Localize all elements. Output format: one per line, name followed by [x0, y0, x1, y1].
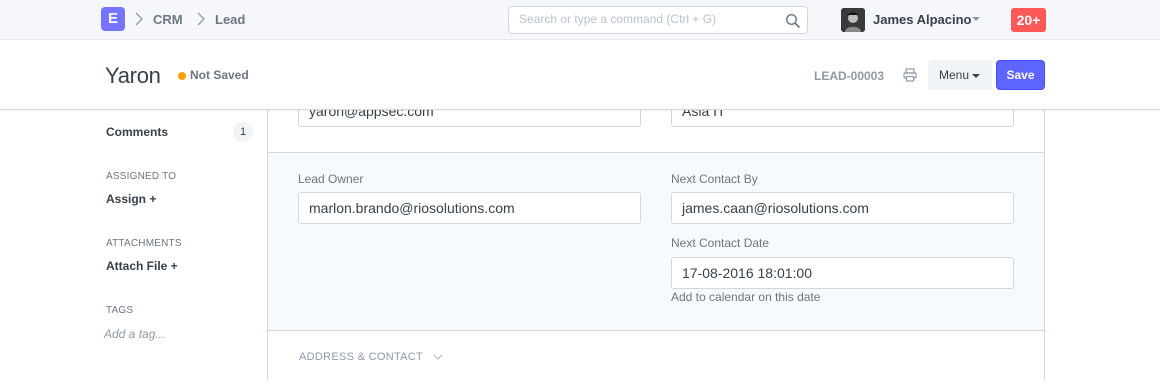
- search-input[interactable]: [519, 12, 779, 26]
- breadcrumb-crm[interactable]: CRM: [153, 12, 183, 27]
- chevron-right-icon: [135, 12, 143, 26]
- user-menu[interactable]: James Alpacino: [873, 12, 972, 27]
- awesome-bar[interactable]: [508, 6, 808, 34]
- avatar[interactable]: [841, 8, 865, 32]
- print-icon[interactable]: [903, 68, 917, 82]
- next-contact-by-field[interactable]: james.caan@riosolutions.com: [671, 192, 1014, 224]
- comments-link[interactable]: Comments: [106, 125, 168, 139]
- status-indicator-dot: [178, 72, 186, 80]
- save-button[interactable]: Save: [996, 60, 1045, 90]
- page-head: Yaron Not Saved LEAD-00003 Menu Save: [0, 41, 1160, 110]
- form-body: yaron@appsec.com Asia IT Lead Owner marl…: [267, 95, 1045, 391]
- next-contact-date-label: Next Contact Date: [671, 236, 770, 250]
- app-logo[interactable]: E: [101, 7, 125, 31]
- lead-owner-label: Lead Owner: [298, 172, 364, 186]
- add-tag-input[interactable]: Add a tag...: [104, 327, 165, 341]
- status-badge: Not Saved: [190, 68, 249, 82]
- attachments-heading: ATTACHMENTS: [106, 238, 182, 249]
- next-contact-by-label: Next Contact By: [671, 172, 758, 186]
- navbar: E CRM Lead James Alpacino 20+: [0, 0, 1160, 40]
- lead-owner-field[interactable]: marlon.brando@riosolutions.com: [298, 192, 641, 224]
- attach-file-link[interactable]: Attach File +: [106, 259, 178, 273]
- next-contact-date-help: Add to calendar on this date: [671, 290, 821, 304]
- comments-count-badge: 1: [233, 122, 253, 142]
- search-icon[interactable]: [785, 13, 801, 29]
- tags-heading: TAGS: [106, 305, 134, 316]
- assigned-to-heading: ASSIGNED TO: [106, 171, 177, 182]
- caret-down-icon[interactable]: [972, 17, 980, 21]
- menu-button-label: Menu: [939, 68, 970, 82]
- address-contact-section-heading[interactable]: ADDRESS & CONTACT: [299, 351, 423, 363]
- document-name: LEAD-00003: [814, 69, 885, 83]
- next-contact-date-field[interactable]: 17-08-2016 18:01:00: [671, 257, 1014, 289]
- assign-link[interactable]: Assign +: [106, 192, 156, 206]
- form-section-follow-up: Lead Owner marlon.brando@riosolutions.co…: [268, 153, 1044, 331]
- page-title: Yaron: [105, 63, 161, 88]
- notifications-badge[interactable]: 20+: [1011, 8, 1046, 32]
- chevron-down-icon[interactable]: [433, 352, 443, 362]
- chevron-right-icon: [197, 12, 205, 26]
- caret-down-icon: [972, 74, 980, 78]
- breadcrumb-lead[interactable]: Lead: [215, 12, 245, 27]
- menu-button[interactable]: Menu: [928, 60, 992, 90]
